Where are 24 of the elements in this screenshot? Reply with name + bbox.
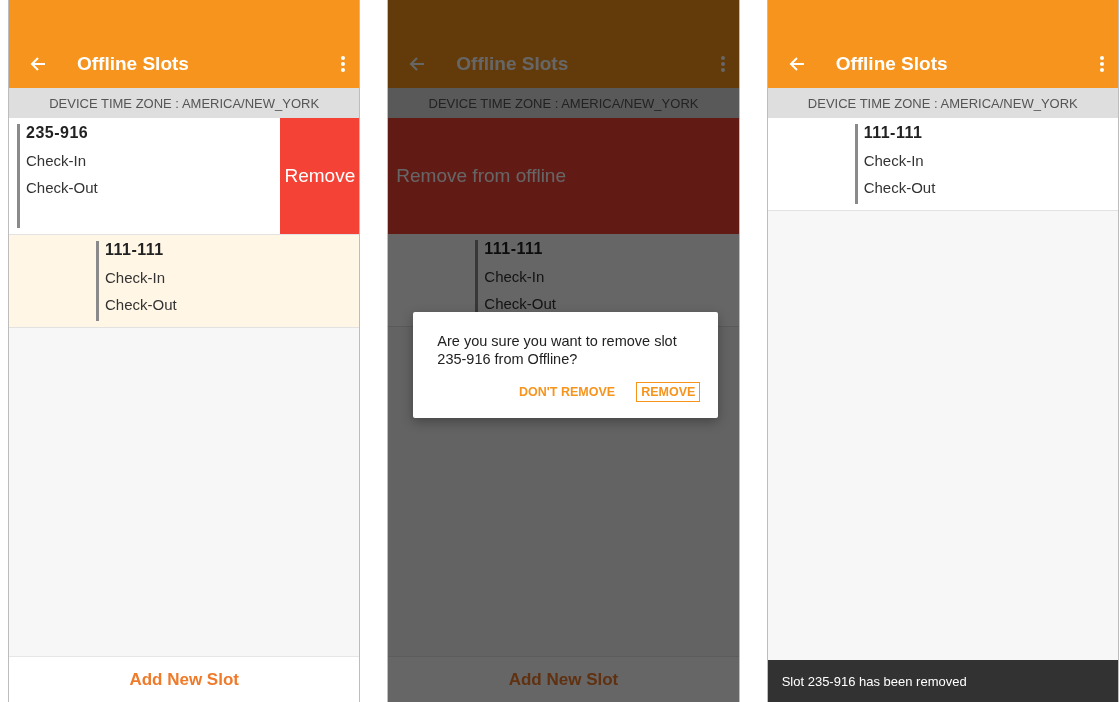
slot-number: 111-111 xyxy=(105,241,165,259)
screen-title: Offline Slots xyxy=(77,53,190,75)
slot-row[interactable]: 111-111 Check-In Check-Out xyxy=(9,235,360,328)
screen-title: Offline Slots xyxy=(456,53,570,75)
dialog-message: Are you sure you want to remove slot 235-916 from Offline? xyxy=(437,332,678,368)
remove-button[interactable]: Remove xyxy=(280,118,360,234)
time-zone-banner: DEVICE TIME ZONE : AMERICA/NEW_YORK xyxy=(767,88,1118,118)
slot-line: Check-Out xyxy=(105,296,177,313)
slot-line: Check-Out xyxy=(26,179,98,196)
slot-line: Check-In xyxy=(105,269,167,286)
time-zone-banner: DEVICE TIME ZONE : AMERICA/NEW_YORK xyxy=(9,88,360,118)
slot-line: Check-Out xyxy=(484,295,557,312)
slot-number: 235-916 xyxy=(26,124,90,142)
snackbar: Slot 235-916 has been removed xyxy=(767,660,1118,702)
slot-number: 111-111 xyxy=(484,240,544,258)
remove-from-offline-bar: Remove from offline xyxy=(388,118,739,234)
slot-line: Check-Out xyxy=(863,179,936,196)
slot-row[interactable]: 235-916 Check-In Check-Out Remove xyxy=(9,118,360,235)
dialog-button[interactable]: REMOVE xyxy=(636,382,701,402)
screen-title: Offline Slots xyxy=(835,53,949,75)
slot-line: Check-In xyxy=(863,152,925,169)
slot-number: 111-111 xyxy=(863,124,924,142)
slot-line: Check-In xyxy=(484,268,546,285)
slot-line: Check-In xyxy=(26,152,88,169)
